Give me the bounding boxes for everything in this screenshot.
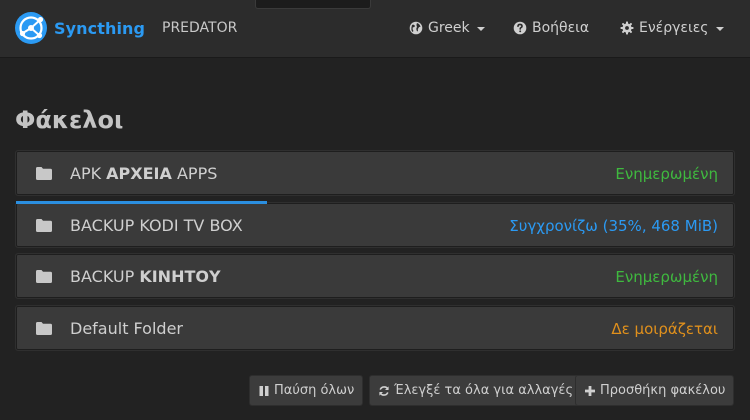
- plus-icon: [585, 385, 595, 396]
- brand-name: Syncthing: [54, 18, 146, 38]
- add-folder-label: Προσθήκη φακέλου: [600, 383, 726, 398]
- device-name: PREDATOR: [162, 20, 238, 36]
- folder-name-part: APK: [70, 164, 107, 183]
- folder-panel[interactable]: APK ΑΡΧΕΙΑ APPS Ενημερωμένη: [15, 150, 735, 196]
- question-circle-icon: [513, 21, 527, 35]
- folder-status: Ενημερωμένη: [615, 165, 718, 183]
- folder-name-part: APPS: [171, 164, 218, 183]
- refresh-icon: [379, 385, 389, 396]
- syncthing-logo-icon: [15, 12, 47, 44]
- folder-name: BACKUP KODI TV BOX: [70, 216, 243, 235]
- brand[interactable]: Syncthing: [14, 11, 145, 45]
- folder-panel[interactable]: Default Folder Δε μοιράζεται: [15, 305, 735, 351]
- help-link[interactable]: Βοήθεια: [513, 20, 589, 36]
- folder-name: BACKUP ΚΙΝΗΤΟΥ: [70, 267, 221, 286]
- overlay-tab-remnant: [255, 0, 371, 9]
- language-dropdown[interactable]: Greek: [409, 20, 485, 36]
- help-label: Βοήθεια: [532, 20, 590, 36]
- actions-label: Ενέργειες: [639, 20, 709, 36]
- language-label: Greek: [428, 20, 470, 36]
- pause-all-label: Παύση όλων: [274, 383, 355, 398]
- folder-status: Δε μοιράζεται: [611, 320, 718, 338]
- folder-icon: [36, 167, 52, 180]
- folder-name: APK ΑΡΧΕΙΑ APPS: [70, 164, 217, 183]
- cog-icon: [620, 21, 634, 35]
- sync-progress-bar: [16, 201, 268, 204]
- pause-all-button[interactable]: Παύση όλων: [249, 375, 364, 406]
- top-navbar: Syncthing PREDATOR Greek Βοήθεια Ενέργει…: [0, 0, 750, 58]
- folder-icon: [36, 322, 52, 335]
- folder-name-bold-part: ΑΡΧΕΙΑ: [106, 164, 172, 183]
- actions-dropdown[interactable]: Ενέργειες: [620, 20, 724, 36]
- folder-name-bold-part: ΚΙΝΗΤΟΥ: [139, 267, 221, 286]
- folder-status: Συγχρονίζω (35%, 468 MiB): [509, 217, 718, 235]
- folder-name-part: Default Folder: [70, 319, 183, 338]
- chevron-down-icon: [476, 27, 485, 31]
- globe-icon: [409, 21, 423, 35]
- folder-panel[interactable]: BACKUP ΚΙΝΗΤΟΥ Ενημερωμένη: [15, 253, 735, 299]
- folder-icon: [36, 219, 52, 232]
- folder-status: Ενημερωμένη: [615, 268, 718, 286]
- folder-name-part: BACKUP: [70, 267, 140, 286]
- pause-icon: [259, 385, 269, 396]
- page-title: Φάκελοι: [15, 106, 124, 134]
- folder-name-part: BACKUP KODI TV BOX: [70, 216, 243, 235]
- add-folder-button[interactable]: Προσθήκη φακέλου: [575, 375, 735, 406]
- rescan-all-label: Έλεγξέ τα όλα για αλλαγές: [394, 383, 574, 398]
- chevron-down-icon: [715, 27, 724, 31]
- folder-icon: [36, 270, 52, 283]
- folder-panel[interactable]: BACKUP KODI TV BOX Συγχρονίζω (35%, 468 …: [15, 201, 735, 248]
- folder-name: Default Folder: [70, 319, 183, 338]
- rescan-all-button[interactable]: Έλεγξέ τα όλα για αλλαγές: [369, 375, 583, 406]
